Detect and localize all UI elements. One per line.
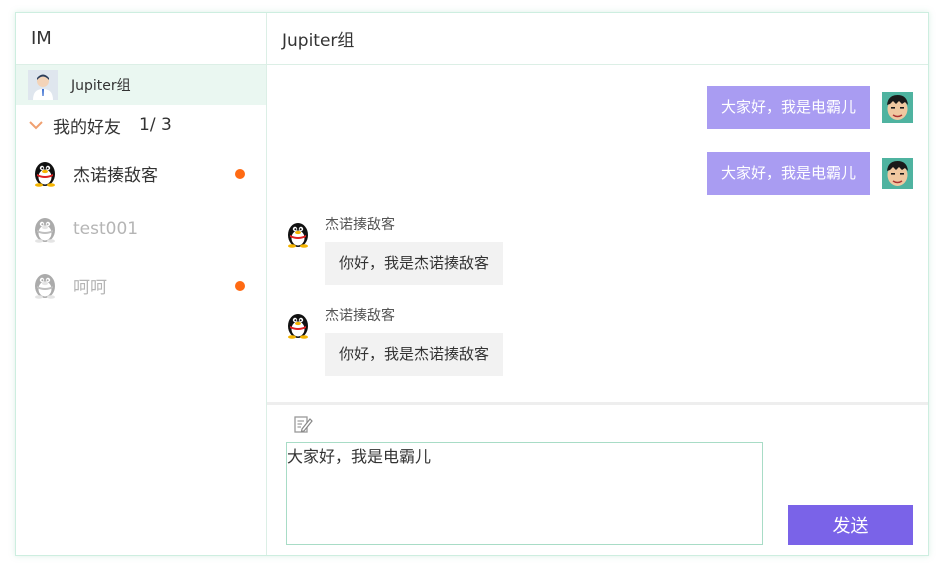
chat-panel: Jupiter组 大家好，我是电霸儿 大家好，我是电霸儿 杰诺揍敌客 你好，我是… bbox=[267, 13, 928, 555]
message-self: 大家好，我是电霸儿 bbox=[706, 86, 913, 129]
im-window: IM Jupiter组 我的好友 1/ 3 杰诺揍敌客 test001 呵呵 J… bbox=[15, 12, 929, 556]
friend-name: test001 bbox=[73, 219, 139, 239]
friend-name: 杰诺揍敌客 bbox=[73, 165, 158, 186]
composer: 大家好，我是电霸儿 发送 bbox=[267, 405, 928, 555]
edit-icon[interactable] bbox=[293, 414, 313, 434]
unread-dot bbox=[235, 169, 245, 179]
friend-name: 呵呵 bbox=[73, 277, 107, 298]
message-sender: 杰诺揍敌客 bbox=[325, 308, 395, 324]
friends-section-label: 我的好友 bbox=[53, 117, 121, 138]
message-sender: 杰诺揍敌客 bbox=[325, 217, 395, 233]
message-bubble: 你好，我是杰诺揍敌客 bbox=[325, 333, 504, 376]
message-input[interactable]: 大家好，我是电霸儿 bbox=[286, 442, 763, 545]
send-button[interactable]: 发送 bbox=[788, 505, 913, 545]
friends-online-count: 1/ 3 bbox=[139, 115, 172, 135]
user-avatar-icon bbox=[28, 70, 58, 100]
message-self: 大家好，我是电霸儿 bbox=[706, 152, 913, 195]
cartoon-face-avatar-icon bbox=[882, 92, 913, 123]
message-list[interactable]: 大家好，我是电霸儿 大家好，我是电霸儿 杰诺揍敌客 你好，我是杰诺揍敌客 杰诺揍… bbox=[267, 65, 928, 402]
message-bubble: 你好，我是杰诺揍敌客 bbox=[325, 242, 504, 285]
penguin-avatar-icon bbox=[35, 218, 55, 243]
friend-item[interactable]: test001 bbox=[16, 201, 266, 257]
cartoon-face-avatar-icon bbox=[882, 158, 913, 189]
penguin-avatar-icon bbox=[35, 274, 55, 299]
penguin-avatar-icon bbox=[35, 162, 55, 187]
friend-item[interactable]: 杰诺揍敌客 bbox=[16, 145, 266, 201]
friends-section-toggle[interactable]: 我的好友 1/ 3 bbox=[16, 105, 266, 145]
unread-dot bbox=[235, 281, 245, 291]
message-other: 杰诺揍敌客 你好，我是杰诺揍敌客 bbox=[284, 307, 504, 376]
group-item-jupiter[interactable]: Jupiter组 bbox=[16, 65, 266, 105]
chevron-down-icon bbox=[29, 121, 43, 130]
friend-item[interactable]: 呵呵 bbox=[16, 257, 266, 313]
group-name: Jupiter组 bbox=[71, 78, 131, 94]
chat-title: Jupiter组 bbox=[267, 13, 928, 65]
app-title: IM bbox=[16, 13, 266, 65]
sidebar: IM Jupiter组 我的好友 1/ 3 杰诺揍敌客 test001 呵呵 bbox=[16, 13, 267, 555]
penguin-avatar-icon bbox=[288, 314, 308, 339]
message-bubble: 大家好，我是电霸儿 bbox=[706, 152, 870, 195]
message-bubble: 大家好，我是电霸儿 bbox=[706, 86, 870, 129]
penguin-avatar-icon bbox=[288, 223, 308, 248]
message-other: 杰诺揍敌客 你好，我是杰诺揍敌客 bbox=[284, 216, 504, 285]
